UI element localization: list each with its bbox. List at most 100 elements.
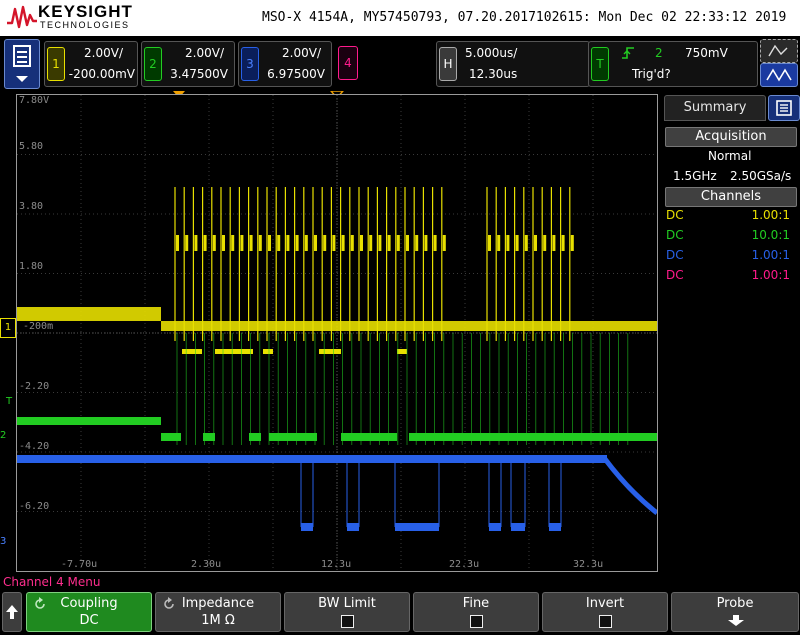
ch1-high-segment xyxy=(415,235,419,251)
ch1-high-segment xyxy=(212,235,216,251)
probe-softkey[interactable]: Probe xyxy=(671,592,799,632)
main-menu-button[interactable] xyxy=(4,39,40,89)
channel-3-key[interactable]: 3 xyxy=(241,47,259,81)
ch1-high-segment xyxy=(396,235,400,251)
channel-summary-list: DC 1.00:1 DC 10.0:1 DC 1.00:1 DC 1.00:1 xyxy=(664,208,798,288)
channel-1-offset: -200.00mV xyxy=(68,67,135,81)
auto-scale-button[interactable] xyxy=(760,63,798,87)
channel-2-scale: 2.00V/ xyxy=(185,46,224,60)
channel-coupling: DC xyxy=(666,228,684,242)
trigger-level-marker[interactable]: T xyxy=(6,396,12,407)
ch1-high-segment xyxy=(515,235,519,251)
channel-2-ground-marker[interactable]: 2 xyxy=(0,428,16,444)
ch3-decay-tail xyxy=(603,457,657,515)
ch3-trace-low xyxy=(301,523,313,531)
channel-4-key[interactable]: 4 xyxy=(338,46,358,80)
y-label-neg4.20: -4.20 xyxy=(19,441,50,452)
horizontal-key[interactable]: H xyxy=(439,47,457,81)
ch1-high-segment xyxy=(323,235,327,251)
brand-subtitle: TECHNOLOGIES xyxy=(40,20,130,30)
ch1-high-segment xyxy=(387,235,391,251)
waveform-icon xyxy=(766,68,792,82)
channel-3-offset: 6.97500V xyxy=(267,67,325,81)
list-icon xyxy=(776,100,792,116)
x-label-12.3u: 12.3u xyxy=(321,559,352,570)
ch1-high-segment xyxy=(341,235,345,251)
summary-panel xyxy=(660,94,800,572)
channel-2-key[interactable]: 2 xyxy=(144,47,162,81)
brand-name: KEYSIGHT xyxy=(38,2,133,21)
channel-1-ground-marker[interactable]: 1 xyxy=(0,318,16,338)
ch3-trace-low xyxy=(511,523,525,531)
ch1-high-segment xyxy=(524,235,528,251)
invert-checkbox[interactable] xyxy=(599,615,612,628)
ch2-trace-segment xyxy=(161,433,181,441)
impedance-value: 1M Ω xyxy=(201,613,235,628)
summary-list-button[interactable] xyxy=(768,95,800,121)
summary-tab[interactable]: Summary xyxy=(664,95,766,121)
ch1-high-segment xyxy=(185,235,189,251)
bw-limit-checkbox[interactable] xyxy=(341,615,354,628)
channel-3-info[interactable]: 3 2.00V/ 6.97500V xyxy=(238,41,332,87)
bw-limit-softkey[interactable]: BW Limit xyxy=(284,592,410,632)
rising-edge-icon xyxy=(622,47,634,59)
trigger-key[interactable]: T xyxy=(591,47,609,81)
display-settings-button[interactable] xyxy=(760,39,798,63)
y-label-neg2.20: -2.20 xyxy=(19,381,50,392)
ch1-high-segment xyxy=(534,235,537,251)
trigger-marker-label: T xyxy=(6,396,13,407)
ch1-high-segment xyxy=(176,235,179,251)
ch1-high-segment xyxy=(268,235,271,251)
acquisition-header: Acquisition xyxy=(665,127,797,147)
y-label-3.80: 3.80 xyxy=(19,201,44,212)
waveform-display[interactable]: 7.80V 5.80 3.80 1.80 -200m -2.20 -4.20 -… xyxy=(16,94,658,572)
ch1-high-segment xyxy=(543,235,547,251)
channel-probe-ratio: 1.00:1 xyxy=(751,268,790,282)
channel-1-info[interactable]: 1 2.00V/ -200.00mV xyxy=(44,41,138,87)
menu-up-button[interactable] xyxy=(2,592,22,632)
horizontal-info[interactable]: H 5.000us/ 12.30us xyxy=(436,41,590,87)
channel-summary-row: DC 10.0:1 xyxy=(664,228,794,246)
channel-2-info[interactable]: 2 2.00V/ 3.47500V xyxy=(141,41,235,87)
ch1-low-segment xyxy=(397,349,407,354)
channel-1-marker-label: 1 xyxy=(4,322,12,333)
y-label-7.80: 7.80V xyxy=(19,95,50,106)
ch3-trace-high xyxy=(17,455,607,463)
horizontal-delay: 12.30us xyxy=(469,67,518,81)
channel-probe-ratio: 1.00:1 xyxy=(751,208,790,222)
probe-label: Probe xyxy=(716,596,754,611)
title-bar: KEYSIGHT TECHNOLOGIES MSO-X 4154A, MY574… xyxy=(0,0,800,36)
ch1-high-segment xyxy=(570,235,574,251)
ch1-high-segment xyxy=(497,235,501,251)
y-label-5.80: 5.80 xyxy=(19,141,44,152)
ch1-high-segment xyxy=(552,235,556,251)
acquisition-bandwidth: 1.5GHz xyxy=(673,169,717,183)
channel-coupling: DC xyxy=(666,208,684,222)
menu-icon xyxy=(13,45,31,82)
keysight-logo-icon xyxy=(7,5,37,29)
ch1-high-segment xyxy=(240,235,244,251)
channel-summary-row: DC 1.00:1 xyxy=(664,208,794,226)
ch1-high-segment xyxy=(433,235,437,251)
channel-summary-row: DC 1.00:1 xyxy=(664,248,794,266)
fine-softkey[interactable]: Fine xyxy=(413,592,539,632)
ch3-trace-low xyxy=(395,523,439,531)
ch1-high-segment xyxy=(304,235,308,251)
ch1-trace-gap xyxy=(447,321,487,331)
y-label-neg200m: -200m xyxy=(23,321,54,332)
waveform-canvas xyxy=(17,95,657,571)
ch3-trace-low xyxy=(489,523,501,531)
channel-2-marker-label: 2 xyxy=(0,430,7,441)
invert-softkey[interactable]: Invert xyxy=(542,592,668,632)
x-label-neg7.70u: -7.70u xyxy=(61,559,98,570)
coupling-softkey[interactable]: Coupling DC xyxy=(26,592,152,632)
y-label-1.80: 1.80 xyxy=(19,261,44,272)
channel-3-ground-marker[interactable]: 3 xyxy=(0,534,16,550)
submenu-arrow-down-icon xyxy=(728,615,744,626)
ch1-trace-burst2-base xyxy=(487,321,577,331)
ch1-high-segment xyxy=(332,235,336,251)
trigger-info[interactable]: T 2 750mV Trig'd? xyxy=(588,41,758,87)
fine-checkbox[interactable] xyxy=(470,615,483,628)
impedance-softkey[interactable]: Impedance 1M Ω xyxy=(155,592,281,632)
channel-1-key[interactable]: 1 xyxy=(47,47,65,81)
